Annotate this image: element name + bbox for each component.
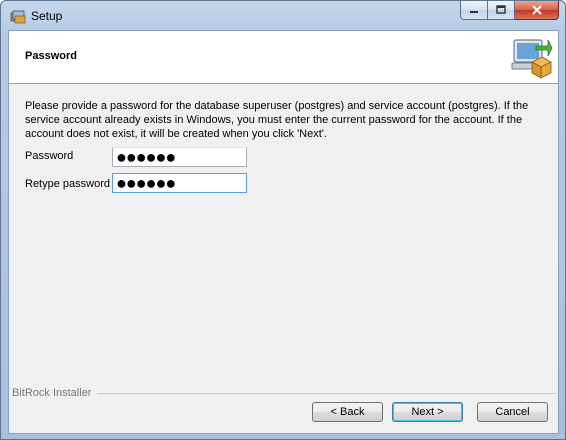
footer-divider xyxy=(97,393,557,394)
page-header: Password xyxy=(9,31,558,84)
installer-brand: BitRock Installer xyxy=(12,387,94,399)
minimize-icon xyxy=(470,11,478,13)
window-title: Setup xyxy=(31,9,63,23)
title-bar[interactable]: Setup xyxy=(1,1,565,31)
back-button[interactable]: < Back xyxy=(312,402,383,422)
next-button[interactable]: Next > xyxy=(392,402,463,422)
setup-app-icon xyxy=(10,8,26,24)
computer-install-icon xyxy=(510,36,553,80)
maximize-icon xyxy=(496,5,506,14)
window-controls xyxy=(460,1,559,20)
retype-password-input[interactable]: ●●●●●● xyxy=(112,173,247,193)
instructions-text: Please provide a password for the databa… xyxy=(25,100,529,140)
minimize-button[interactable] xyxy=(460,1,488,20)
retype-password-label: Retype password xyxy=(25,178,110,190)
maximize-button[interactable] xyxy=(488,1,515,20)
page-title: Password xyxy=(25,50,77,62)
password-input[interactable]: ●●●●●● xyxy=(112,147,247,167)
dialog-body: Password Please provide a password for t… xyxy=(8,30,559,434)
close-button[interactable] xyxy=(515,1,559,20)
close-icon xyxy=(531,5,542,15)
setup-window: Setup Password Please provide a password… xyxy=(0,0,566,440)
cancel-button[interactable]: Cancel xyxy=(477,402,548,422)
password-label: Password xyxy=(25,150,74,162)
